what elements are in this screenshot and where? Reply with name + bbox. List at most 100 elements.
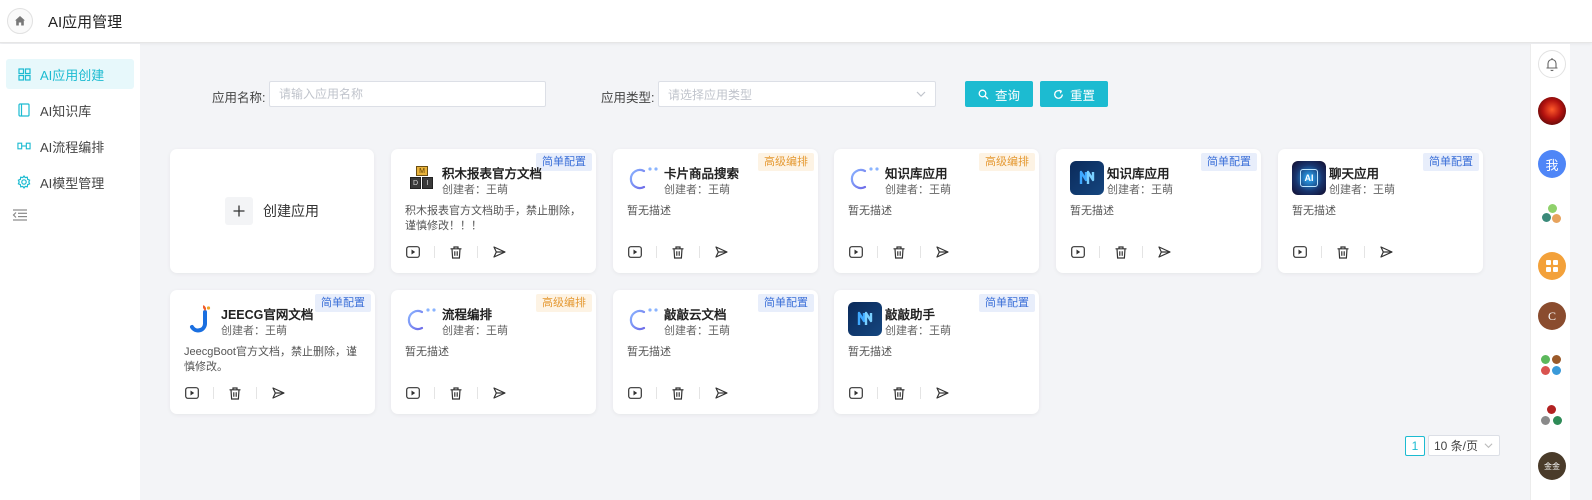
card-actions <box>627 385 729 401</box>
home-icon <box>15 16 25 26</box>
blue-n-icon <box>848 302 882 336</box>
chevron-down-icon <box>916 91 926 97</box>
app-type-select[interactable]: 请选择应用类型 <box>658 81 936 107</box>
action-divider <box>699 387 700 399</box>
app-card[interactable]: 简单配置 敲敲云文档 创建者：王萌 暂无描述 <box>613 290 818 414</box>
send-icon[interactable] <box>934 244 950 260</box>
send-icon[interactable] <box>713 244 729 260</box>
sidebar-item-ai-knowledge[interactable]: AI知识库 <box>6 95 134 125</box>
delete-icon[interactable] <box>227 385 243 401</box>
send-icon[interactable] <box>713 385 729 401</box>
app-creator: 创建者：王萌 <box>664 184 730 196</box>
group-avatar[interactable] <box>1538 402 1566 430</box>
app-card[interactable]: 简单配置 MDI 积木报表官方文档 创建者：王萌 积木报表官方文档助手，禁止删除… <box>391 149 596 273</box>
query-button[interactable]: 查询 <box>965 81 1033 107</box>
delete-icon[interactable] <box>1113 244 1129 260</box>
app-description: 暂无描述 <box>1292 205 1336 217</box>
card-actions <box>848 244 950 260</box>
send-icon[interactable] <box>270 385 286 401</box>
send-icon[interactable] <box>491 385 507 401</box>
top-header: AI应用管理 <box>0 0 1592 43</box>
app-name: 知识库应用 <box>1107 167 1170 181</box>
ai-logo-icon <box>627 161 661 195</box>
sidebar-item-ai-model[interactable]: AI模型管理 <box>6 167 134 197</box>
avatar-me[interactable]: 我 <box>1538 150 1566 178</box>
query-button-label: 查询 <box>994 88 1020 103</box>
menu-collapse-icon[interactable] <box>12 209 28 224</box>
plus-icon <box>225 197 253 225</box>
app-card[interactable]: 简单配置 AI 聊天应用 创建者：王萌 暂无描述 <box>1278 149 1483 273</box>
avatar[interactable] <box>1538 97 1566 125</box>
action-divider <box>656 246 657 258</box>
play-icon[interactable] <box>184 385 200 401</box>
reset-button-label: 重置 <box>1069 88 1095 103</box>
action-divider <box>877 246 878 258</box>
app-card[interactable]: 高级编排 流程编排 创建者：王萌 暂无描述 <box>391 290 596 414</box>
play-icon[interactable] <box>848 244 864 260</box>
home-button[interactable] <box>7 8 33 34</box>
app-type-placeholder: 请选择应用类型 <box>668 87 753 102</box>
send-icon[interactable] <box>934 385 950 401</box>
app-description: 暂无描述 <box>627 205 671 217</box>
reset-button[interactable]: 重置 <box>1040 81 1108 107</box>
reload-icon <box>1054 89 1063 99</box>
pagination-page-1[interactable]: 1 <box>1405 436 1425 456</box>
app-card[interactable]: 简单配置 敲敲助手 创建者：王萌 暂无描述 <box>834 290 1039 414</box>
ai-logo-icon <box>627 302 661 336</box>
group-avatar[interactable] <box>1538 200 1566 228</box>
app-name-input[interactable] <box>269 81 546 107</box>
card-actions <box>1292 244 1394 260</box>
app-creator: 创建者：王萌 <box>1107 184 1173 196</box>
notification-bell-icon[interactable] <box>1538 50 1566 78</box>
group-avatar[interactable] <box>1538 352 1566 380</box>
delete-icon[interactable] <box>448 244 464 260</box>
card-actions <box>848 385 950 401</box>
app-description: 积木报表官方文档助手，禁止删除，谨慎修改！！！ <box>405 205 581 232</box>
action-divider <box>434 246 435 258</box>
app-type-badge: 简单配置 <box>979 294 1035 312</box>
app-name: 卡片商品搜索 <box>664 167 740 181</box>
action-divider <box>699 246 700 258</box>
delete-icon[interactable] <box>670 385 686 401</box>
app-card[interactable]: 简单配置 知识库应用 创建者：王萌 暂无描述 <box>1056 149 1261 273</box>
avatar-gold[interactable]: 金金 <box>1538 452 1566 480</box>
action-divider <box>1321 246 1322 258</box>
app-card[interactable]: 高级编排 知识库应用 创建者：王萌 暂无描述 <box>834 149 1039 273</box>
app-creator: 创建者：王萌 <box>885 184 951 196</box>
play-icon[interactable] <box>627 244 643 260</box>
play-icon[interactable] <box>405 385 421 401</box>
create-app-card[interactable]: 创建应用 <box>170 149 374 273</box>
sidebar-item-ai-app-create[interactable]: AI应用创建 <box>6 59 134 89</box>
delete-icon[interactable] <box>670 244 686 260</box>
card-actions <box>405 244 507 260</box>
app-creator: 创建者：王萌 <box>442 184 508 196</box>
delete-icon[interactable] <box>891 385 907 401</box>
app-type-badge: 简单配置 <box>1423 153 1479 171</box>
app-card[interactable]: 简单配置 JEECG官网文档 创建者：王萌 JeecgBoot官方文档，禁止删除… <box>170 290 375 414</box>
apps-grid-icon[interactable] <box>1538 252 1566 280</box>
app-type-badge: 高级编排 <box>536 294 592 312</box>
play-icon[interactable] <box>848 385 864 401</box>
send-icon[interactable] <box>491 244 507 260</box>
avatar-c[interactable]: C <box>1538 302 1566 330</box>
delete-icon[interactable] <box>891 244 907 260</box>
delete-icon[interactable] <box>1335 244 1351 260</box>
send-icon[interactable] <box>1378 244 1394 260</box>
book-icon <box>17 103 31 117</box>
app-type-badge: 简单配置 <box>536 153 592 171</box>
action-divider <box>656 387 657 399</box>
blue-n-icon <box>1070 161 1104 195</box>
play-icon[interactable] <box>627 385 643 401</box>
send-icon[interactable] <box>1156 244 1172 260</box>
app-description: 暂无描述 <box>627 346 671 358</box>
app-card[interactable]: 高级编排 卡片商品搜索 创建者：王萌 暂无描述 <box>613 149 818 273</box>
play-icon[interactable] <box>1292 244 1308 260</box>
page-size-select[interactable]: 10 条/页 <box>1428 435 1500 456</box>
page-size-value: 10 条/页 <box>1434 439 1479 453</box>
app-type-badge: 简单配置 <box>1201 153 1257 171</box>
delete-icon[interactable] <box>448 385 464 401</box>
play-icon[interactable] <box>405 244 421 260</box>
action-divider <box>256 387 257 399</box>
sidebar-item-ai-flow[interactable]: AI流程编排 <box>6 131 134 161</box>
play-icon[interactable] <box>1070 244 1086 260</box>
